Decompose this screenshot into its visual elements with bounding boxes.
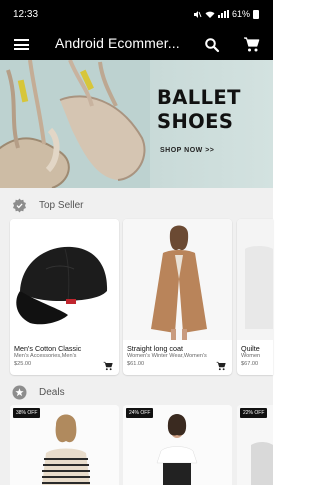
deals-title: Deals — [39, 386, 65, 398]
deal-card[interactable]: 24% OFF — [123, 405, 232, 485]
add-to-cart-icon[interactable] — [103, 361, 113, 371]
deal-card[interactable]: 22% OFF — [237, 405, 273, 485]
product-image — [123, 219, 232, 340]
app-title: Android Ecommer... — [55, 35, 180, 51]
product-category: Women — [241, 353, 261, 359]
app-bar: Android Ecommer... — [0, 28, 273, 60]
status-bar: 12:33 61% — [0, 0, 273, 28]
top-seller-header: Top Seller — [0, 190, 273, 220]
product-image — [10, 219, 119, 340]
mute-icon — [193, 10, 202, 18]
status-indicators: 61% — [193, 9, 259, 19]
wifi-icon — [205, 11, 215, 18]
product-name: Quilte — [241, 344, 260, 353]
battery-icon — [253, 9, 259, 19]
shop-now-link[interactable]: SHOP NOW >> — [160, 147, 214, 154]
product-image — [237, 219, 273, 340]
deal-card[interactable]: 38% OFF — [10, 405, 119, 485]
product-price: $25.00 — [14, 361, 32, 367]
product-card[interactable]: Men's Cotton Classic Men's Accessories,M… — [10, 219, 119, 375]
cart-icon[interactable] — [243, 36, 260, 53]
promo-banner[interactable]: BALLET SHOES SHOP NOW >> — [0, 60, 273, 188]
banner-title-line1: BALLET — [157, 86, 241, 109]
product-card[interactable]: Straight long coat Women's Winter Wear,W… — [123, 219, 232, 375]
status-time: 12:33 — [13, 8, 39, 20]
discount-badge: 22% OFF — [240, 408, 268, 418]
menu-icon[interactable] — [14, 39, 29, 50]
product-price: $67.00 — [241, 361, 259, 367]
discount-badge: 24% OFF — [126, 408, 154, 418]
top-seller-title: Top Seller — [39, 199, 84, 211]
signal-icon — [217, 10, 229, 18]
star-icon — [12, 385, 27, 400]
product-name: Straight long coat — [127, 344, 183, 353]
product-category: Women's Winter Wear,Women's — [127, 353, 207, 359]
product-card[interactable]: Quilte Women $67.00 — [237, 219, 273, 375]
discount-badge: 38% OFF — [13, 408, 41, 418]
product-category: Men's Accessories,Men's — [14, 353, 77, 359]
product-name: Men's Cotton Classic — [14, 344, 82, 353]
battery-percent: 61% — [231, 9, 250, 19]
banner-title: BALLET SHOES — [157, 86, 241, 134]
ballet-shoes-image — [0, 60, 150, 188]
banner-title-line2: SHOES — [157, 110, 234, 133]
product-price: $61.00 — [127, 361, 145, 367]
badge-icon — [13, 198, 26, 213]
search-icon[interactable] — [204, 37, 220, 53]
add-to-cart-icon[interactable] — [216, 361, 226, 371]
deals-header: Deals — [0, 377, 273, 407]
